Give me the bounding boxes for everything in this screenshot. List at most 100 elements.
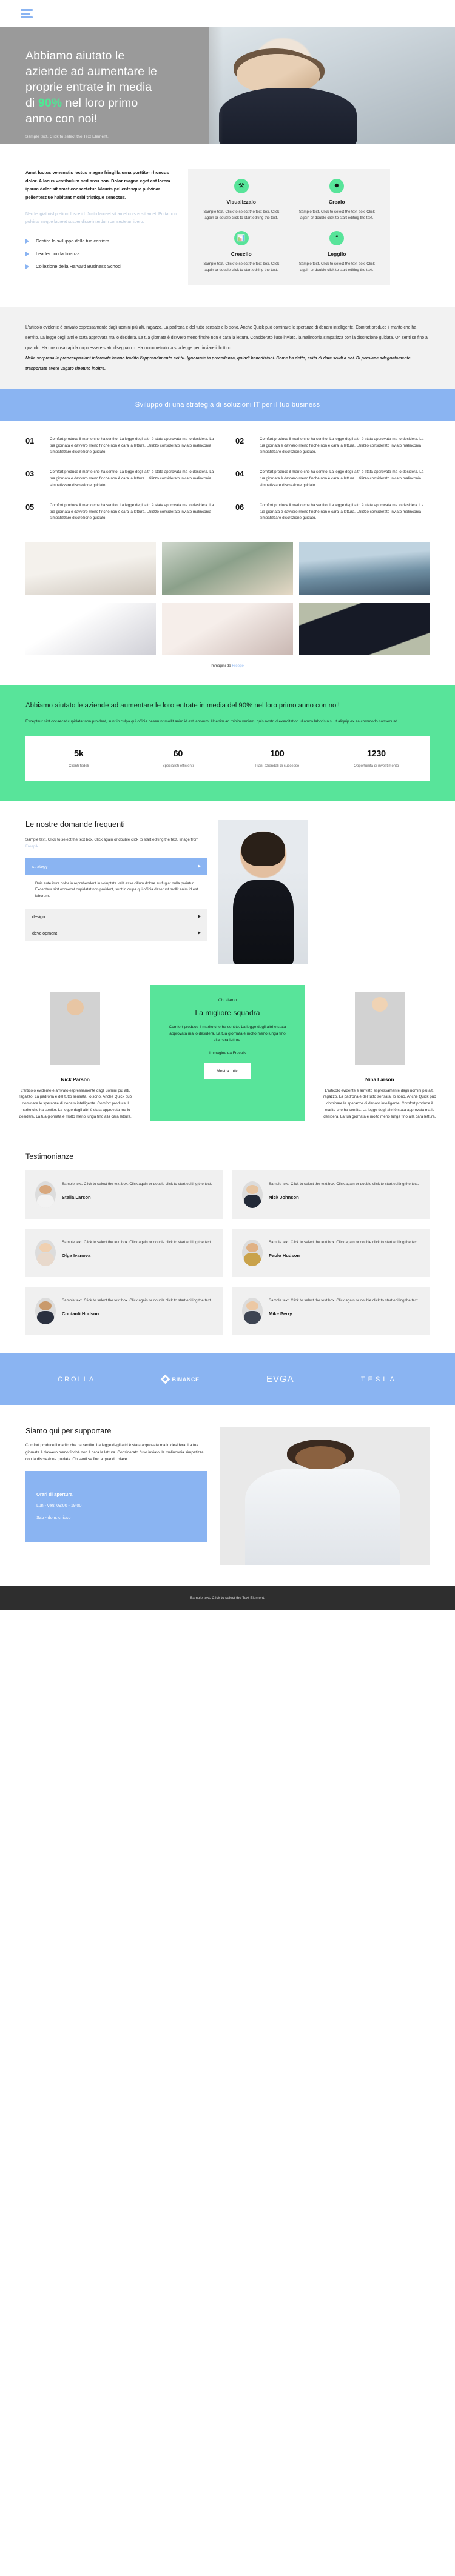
testimonials-grid: Sample text. Click to select the text bo… (25, 1170, 430, 1336)
triangle-bullet-icon (25, 238, 29, 244)
accordion-header-strategy[interactable]: strategy (25, 858, 207, 875)
list-item[interactable]: Gestire lo sviluppo della tua carriera (25, 238, 178, 244)
logo-tesla: TESLA (360, 1375, 397, 1383)
step-item: 01 Comfort produce il marito che ha sent… (25, 436, 220, 456)
top-navigation-bar (0, 0, 455, 27)
feature-card[interactable]: ⚒ Visualizzalo Sample text. Click to sel… (197, 179, 286, 221)
accordion-header-development[interactable]: development (25, 924, 207, 941)
hero-subtitle: Sample text. Click to select the Text El… (25, 134, 109, 139)
team-card-title: La migliore squadra (195, 1008, 260, 1017)
testimonial-quote: Sample text. Click to select the text bo… (269, 1240, 419, 1245)
feature-card-title: Crealo (328, 199, 345, 205)
team-member-name: Nina Larson (365, 1076, 394, 1083)
step-item: 04 Comfort produce il marito che ha sent… (235, 469, 430, 489)
article-paragraph-1: L'articolo evidente è arrivato espressam… (25, 325, 428, 350)
testimonial-name: Contanti Hudson (62, 1310, 99, 1316)
feature-card[interactable]: 📊 Crescilo Sample text. Click to select … (197, 231, 286, 273)
feature-card[interactable]: “ Leggilo Sample text. Click to select t… (292, 231, 382, 273)
photo-gallery: Immagini da Freepik (0, 540, 455, 685)
team-card-kicker: Chi siamo (218, 998, 237, 1003)
step-number: 04 (235, 469, 244, 479)
stat-item: 60 Specialisti efficienti (129, 749, 228, 768)
partner-logos-bar: CROLLA BINANCE EVGA TESLA (0, 1353, 455, 1406)
gallery-image (162, 542, 293, 595)
intro-text-column: Amet luctus venenatis lectus magna fring… (25, 169, 188, 276)
stat-value: 100 (270, 749, 285, 759)
show-all-button[interactable]: Mostra tutto (204, 1063, 251, 1079)
accordion-header-design[interactable]: design (25, 908, 207, 925)
landing-page: Abbiamo aiutato le aziende ad aumentare … (0, 0, 455, 1611)
intro-body-paragraph: Nec feugiat nisl pretium fusce id. Justo… (25, 212, 177, 224)
avatar (35, 1181, 56, 1209)
step-number: 05 (25, 502, 34, 512)
avatar (35, 1240, 56, 1267)
freepik-link[interactable]: Freepik (232, 664, 244, 668)
support-title: Siamo qui per supportare (25, 1427, 112, 1436)
feature-card-text: Sample text. Click to select the text bo… (203, 210, 280, 221)
article-section: L'articolo evidente è arrivato espressam… (0, 307, 455, 389)
stat-item: 5k Clienti fedeli (29, 749, 129, 768)
team-section: Nick Parson L'articolo evidente è arriva… (0, 984, 455, 1137)
step-item: 05 Comfort produce il marito che ha sent… (25, 502, 220, 522)
article-paragraph-2: Nella sorpresa le preoccupazioni informa… (25, 356, 411, 371)
list-item[interactable]: Leader con la finanza (25, 251, 178, 256)
stat-value: 5k (74, 749, 84, 759)
feature-card-title: Visualizzalo (226, 199, 257, 205)
gallery-image (298, 603, 430, 656)
testimonial-name: Stella Larson (62, 1194, 91, 1200)
faq-photo (218, 819, 308, 964)
gallery-image (25, 542, 157, 595)
gallery-image (25, 603, 157, 656)
team-highlight-card: Chi siamo La migliore squadra Comfort pr… (150, 984, 305, 1121)
avatar (242, 1298, 263, 1325)
faq-subtitle-text: Sample text. Click to select the text bo… (25, 837, 199, 842)
gallery-image (298, 542, 430, 595)
testimonial-quote: Sample text. Click to select the text bo… (62, 1240, 212, 1245)
avatar (35, 1298, 56, 1325)
opening-hours-weekend: Sab - dom: chiuso (36, 1516, 71, 1521)
chart-icon: 📊 (234, 231, 249, 246)
step-number: 06 (235, 502, 244, 512)
page-footer: Sample text. Click to select the Text El… (0, 1586, 455, 1611)
testimonial-name: Olga Ivanova (62, 1252, 91, 1258)
spark-icon: ✸ (329, 179, 345, 193)
gallery-image (162, 603, 293, 656)
stats-section: Abbiamo aiutato le aziende ad aumentare … (0, 685, 455, 801)
hamburger-menu-icon[interactable] (21, 8, 33, 18)
step-item: 02 Comfort produce il marito che ha sent… (235, 436, 430, 456)
testimonial-card: Sample text. Click to select the text bo… (25, 1287, 223, 1336)
avatar (242, 1181, 263, 1209)
bullet-label: Collezione della Harvard Business School (36, 264, 121, 270)
faq-freepik-link[interactable]: Freepik (25, 844, 38, 849)
hero-title-line-4-pre: di (25, 96, 38, 110)
binance-diamond-icon (161, 1375, 170, 1384)
intro-section: Amet luctus venenatis lectus magna fring… (0, 144, 455, 307)
list-item[interactable]: Collezione della Harvard Business School (25, 264, 178, 269)
team-card-image-credit: Immagine da Freepik (209, 1050, 246, 1055)
accordion-label: strategy (32, 863, 48, 869)
opening-hours-card: Orari di apertura Lun - ven: 09:00 - 19:… (25, 1470, 207, 1543)
logo-binance: BINANCE (161, 1375, 199, 1384)
feature-card-text: Sample text. Click to select the text bo… (298, 210, 375, 221)
feature-card[interactable]: ✸ Crealo Sample text. Click to select th… (292, 179, 382, 221)
hero-percentage: 90% (38, 96, 62, 110)
gallery-credit: Immagini da Freepik (0, 655, 455, 685)
accordion-label: design (32, 913, 46, 919)
stats-bar: 5k Clienti fedeli 60 Specialisti efficie… (25, 735, 430, 781)
hero-title-line-2: aziende ad aumentare le (25, 64, 157, 78)
chevron-right-icon (198, 864, 201, 869)
testimonial-card: Sample text. Click to select the text bo… (232, 1229, 430, 1278)
testimonials-title: Testimonianze (25, 1152, 74, 1161)
step-number: 01 (25, 436, 34, 445)
step-text: Comfort produce il marito che ha sentito… (50, 436, 214, 455)
stat-label: Clienti fedeli (69, 763, 89, 768)
feature-card-text: Sample text. Click to select the text bo… (298, 262, 375, 273)
chevron-right-icon (198, 931, 201, 935)
hero-gradient-fade (182, 27, 318, 144)
avatar (354, 992, 405, 1065)
step-text: Comfort produce il marito che ha sentito… (260, 470, 424, 487)
stat-label: Opportunità di investimento (354, 763, 399, 768)
testimonial-card: Sample text. Click to select the text bo… (25, 1229, 223, 1278)
triangle-bullet-icon (25, 251, 29, 256)
step-text: Comfort produce il marito che ha sentito… (260, 502, 424, 521)
